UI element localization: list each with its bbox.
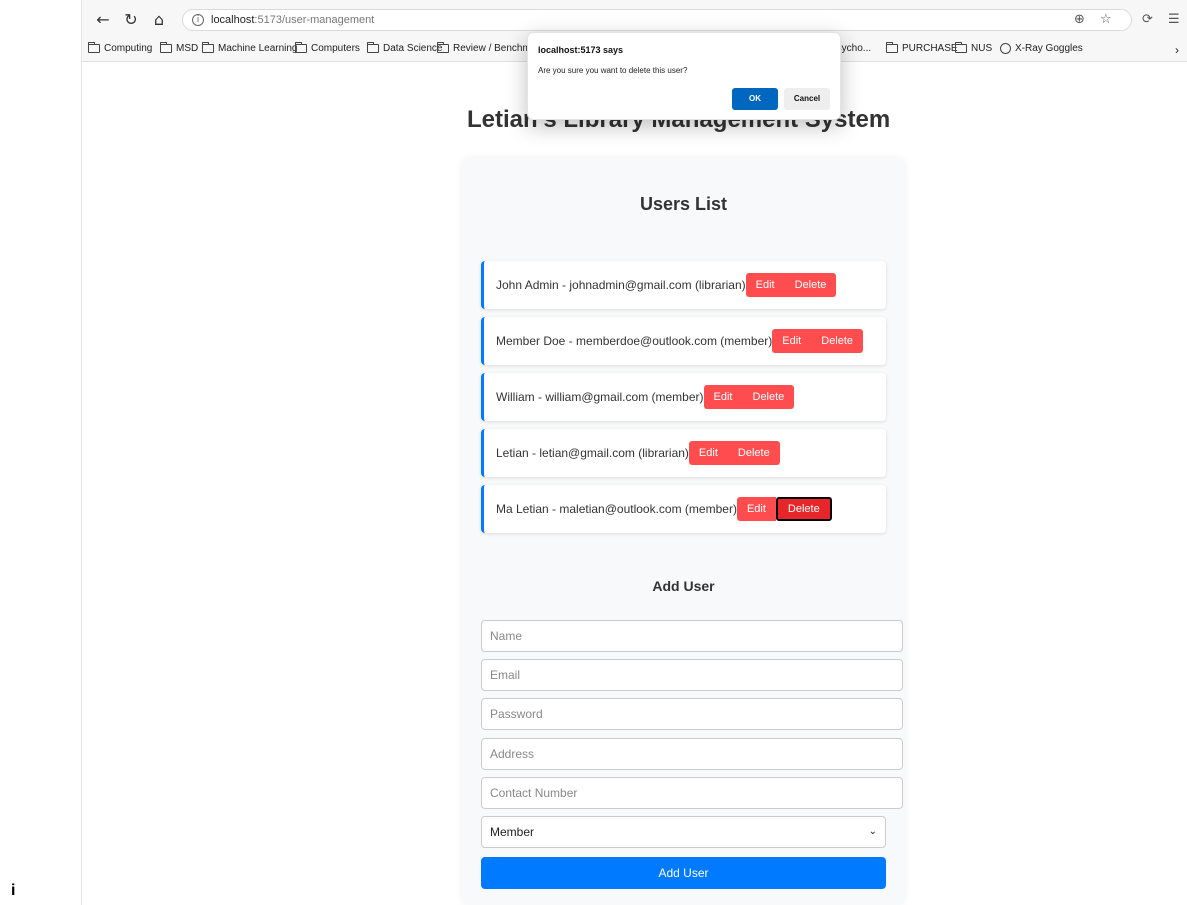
delete-user-button[interactable]: Delete (727, 441, 780, 465)
bookmark-label: Computers (311, 43, 360, 54)
bookmark-label: X-Ray Goggles (1015, 43, 1083, 54)
edit-user-button[interactable]: Edit (772, 329, 812, 353)
folder-icon (160, 42, 172, 53)
dialog-title: localhost:5173 says (538, 45, 624, 55)
dialog-message: Are you sure you want to delete this use… (538, 66, 688, 75)
bookmarks-overflow-chevron-icon[interactable]: › (1175, 43, 1179, 57)
address-input[interactable]: Address (481, 738, 903, 770)
user-list-item: Letian - letian@gmail.com (librarian) Ed… (481, 429, 886, 477)
url-path: :5173/user-management (254, 14, 375, 26)
role-select[interactable]: Member ⌄ (481, 816, 886, 848)
url-host: localhost (211, 14, 255, 26)
name-input[interactable]: Name (481, 620, 903, 652)
folder-icon (367, 42, 379, 53)
chevron-down-icon: ⌄ (868, 826, 877, 837)
bookmark-computing[interactable]: Computing (88, 42, 153, 54)
bookmark-label: NUS (971, 43, 993, 54)
site-info-icon[interactable]: i (192, 14, 204, 26)
user-info: John Admin - johnadmin@gmail.com (librar… (496, 278, 746, 292)
home-icon[interactable]: ⌂ (148, 9, 170, 31)
bookmark-computers[interactable]: Computers (295, 42, 360, 54)
bookmark-label: Machine Learning (218, 43, 298, 54)
role-selected-value: Member (490, 825, 535, 839)
confirm-dialog: localhost:5173 says Are you sure you wan… (527, 32, 841, 120)
favorite-star-icon[interactable]: ☆ (1100, 9, 1112, 31)
bookmark-review[interactable]: Review / Benchmar (437, 42, 540, 54)
stray-text: i (11, 882, 16, 899)
folder-icon (295, 42, 307, 53)
folder-icon (202, 42, 214, 53)
bookmark-machine-learning[interactable]: Machine Learning (202, 42, 298, 54)
folder-icon (886, 42, 898, 53)
delete-user-button[interactable]: Delete (784, 273, 837, 297)
user-info: Member Doe - memberdoe@outlook.com (memb… (496, 334, 773, 348)
add-user-button[interactable]: Add User (481, 857, 886, 889)
zoom-icon[interactable]: ⊕ (1074, 9, 1085, 31)
user-info: Ma Letian - maletian@outlook.com (member… (496, 502, 737, 516)
bookmark-msd[interactable]: MSD (160, 42, 199, 54)
add-user-title: Add User (652, 578, 715, 594)
edit-user-button[interactable]: Edit (703, 385, 743, 409)
dialog-ok-button[interactable]: OK (732, 88, 778, 110)
bookmark-purchase[interactable]: PURCHASE (886, 42, 958, 54)
back-arrow-icon[interactable]: ← (92, 9, 114, 31)
left-window-strip: i (0, 0, 82, 905)
user-info: William - william@gmail.com (member) (496, 390, 704, 404)
folder-icon (955, 42, 967, 53)
dialog-cancel-button[interactable]: Cancel (784, 88, 830, 110)
bookmark-label: Data Science (383, 43, 443, 54)
folder-icon (88, 42, 100, 53)
user-list-item: Member Doe - memberdoe@outlook.com (memb… (481, 317, 886, 365)
bookmark-label: PURCHASE (902, 43, 958, 54)
address-bar[interactable]: i localhost:5173/user-management (182, 9, 1132, 31)
users-list-title: Users List (639, 194, 728, 214)
email-input[interactable]: Email (481, 659, 903, 691)
bookmark-xray-goggles[interactable]: X-Ray Goggles (1000, 43, 1083, 54)
user-list-item: John Admin - johnadmin@gmail.com (librar… (481, 261, 886, 309)
edit-user-button[interactable]: Edit (688, 441, 728, 465)
favorites-list-icon[interactable]: ☰ (1168, 9, 1180, 31)
delete-user-button[interactable]: Delete (742, 385, 795, 409)
contact-number-input[interactable]: Contact Number (481, 777, 903, 809)
user-list-item: William - william@gmail.com (member) Edi… (481, 373, 886, 421)
edit-user-button[interactable]: Edit (736, 497, 776, 521)
extensions-icon[interactable]: ⟳ (1142, 9, 1153, 31)
reload-icon[interactable]: ↻ (120, 9, 142, 31)
delete-user-button[interactable]: Delete (811, 329, 864, 353)
bookmark-label: MSD (176, 43, 199, 54)
bookmark-label: Computing (104, 43, 153, 54)
password-input[interactable]: Password (481, 698, 903, 730)
user-list-item: Ma Letian - maletian@outlook.com (member… (481, 485, 886, 533)
edit-user-button[interactable]: Edit (745, 273, 785, 297)
delete-user-button[interactable]: Delete (775, 497, 832, 521)
globe-icon (1000, 43, 1011, 54)
user-info: Letian - letian@gmail.com (librarian) (496, 446, 689, 460)
bookmark-nus[interactable]: NUS (955, 42, 993, 54)
user-management-panel: Users List John Admin - johnadmin@gmail.… (462, 158, 905, 905)
bookmark-data-science[interactable]: Data Science (367, 42, 443, 54)
folder-icon (437, 42, 449, 53)
